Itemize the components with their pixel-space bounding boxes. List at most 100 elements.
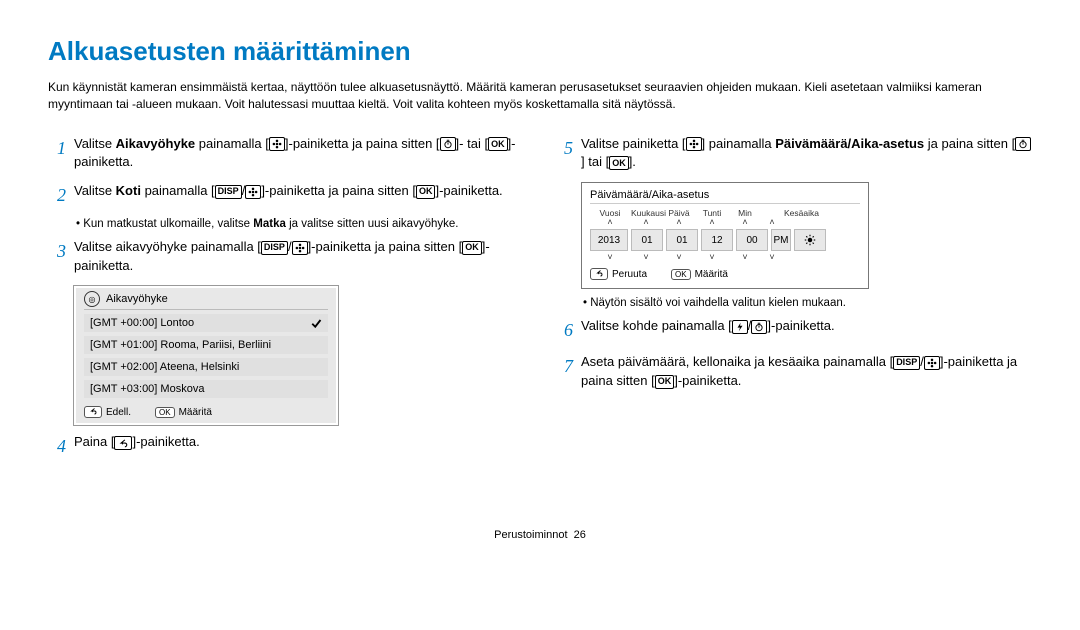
timezone-row[interactable]: [GMT +00:00] Lontoo bbox=[84, 314, 328, 332]
step-text: painamalla [ bbox=[195, 136, 269, 151]
check-icon bbox=[310, 317, 322, 329]
timer-icon bbox=[751, 320, 767, 334]
step-number: 7 bbox=[555, 353, 573, 391]
ok-icon: OK bbox=[488, 137, 508, 151]
timezone-panel: ◎ Aikavyöhyke [GMT +00:00] Lontoo [GMT +… bbox=[74, 286, 338, 425]
step-text: painamalla [ bbox=[141, 183, 215, 198]
timezone-row-label: [GMT +03:00] Moskova bbox=[90, 383, 204, 395]
arrow-up-icon[interactable]: ˄ bbox=[697, 218, 727, 227]
arrow-up-icon[interactable]: ˄ bbox=[631, 218, 661, 227]
timezone-panel-title: Aikavyöhyke bbox=[106, 293, 168, 305]
year-value[interactable]: 2013 bbox=[590, 229, 628, 251]
step-text: Valitse painiketta [ bbox=[581, 136, 686, 151]
cancel-button-label: Peruuta bbox=[612, 269, 647, 280]
step-4: 4 Paina [ ]-painiketta. bbox=[48, 433, 525, 459]
step-text: Valitse bbox=[74, 183, 116, 198]
step-text: ] painamalla bbox=[702, 136, 776, 151]
timezone-row[interactable]: [GMT +03:00] Moskova bbox=[84, 380, 328, 398]
hour-value[interactable]: 12 bbox=[701, 229, 733, 251]
page-title: Alkuasetusten määrittäminen bbox=[48, 36, 1032, 67]
ok-button-label: Määritä bbox=[695, 269, 728, 280]
disp-icon: DISP bbox=[893, 356, 920, 370]
note-text: ja valitse sitten uusi aikavyöhyke. bbox=[286, 218, 459, 230]
note-text: Kun matkustat ulkomaille, valitse bbox=[83, 218, 253, 230]
arrow-down-icon[interactable]: ˅ bbox=[592, 253, 628, 262]
note-text-bold: Matka bbox=[253, 218, 286, 230]
ampm-value[interactable]: PM bbox=[771, 229, 791, 251]
step-5-note: Näytön sisältö voi vaihdella valitun kie… bbox=[583, 297, 1032, 309]
back-icon bbox=[114, 436, 132, 450]
arrow-down-icon[interactable]: ˅ bbox=[664, 253, 694, 262]
step-text: Valitse aikavyöhyke painamalla [ bbox=[74, 239, 261, 254]
step-number: 2 bbox=[48, 182, 66, 208]
arrow-down-icon[interactable]: ˅ bbox=[631, 253, 661, 262]
step-text: Valitse kohde painamalla [ bbox=[581, 318, 732, 333]
step-text: ]-painiketta. bbox=[132, 434, 199, 449]
datetime-panel: Päivämäärä/Aika-asetus Vuosi Kuukausi Pä… bbox=[581, 182, 869, 289]
page-footer: Perustoiminnot 26 bbox=[48, 529, 1032, 541]
ok-icon: OK bbox=[416, 185, 436, 199]
flower-icon bbox=[292, 241, 308, 255]
min-value[interactable]: 00 bbox=[736, 229, 768, 251]
arrow-down-icon[interactable]: ˅ bbox=[730, 253, 760, 262]
timer-icon bbox=[1015, 137, 1031, 151]
arrow-down-icon[interactable]: ˅ bbox=[763, 253, 781, 262]
step-text: ]-painiketta ja paina sitten [ bbox=[261, 183, 416, 198]
step-text: Paina [ bbox=[74, 434, 114, 449]
footer-section: Perustoiminnot bbox=[494, 529, 567, 541]
flower-icon bbox=[269, 137, 285, 151]
ok-button[interactable]: OK Määritä bbox=[155, 406, 212, 418]
timezone-row-label: [GMT +00:00] Lontoo bbox=[90, 317, 194, 329]
step-3: 3 Valitse aikavyöhyke painamalla [DISP/]… bbox=[48, 238, 525, 276]
col-label-dst: Kesäaika bbox=[784, 208, 814, 218]
back-button[interactable]: Edell. bbox=[84, 406, 131, 418]
ok-icon: OK bbox=[655, 375, 675, 389]
arrow-down-icon[interactable] bbox=[784, 253, 814, 262]
timezone-row[interactable]: [GMT +01:00] Rooma, Pariisi, Berliini bbox=[84, 336, 328, 354]
step-7: 7 Aseta päivämäärä, kellonaika ja kesäai… bbox=[555, 353, 1032, 391]
step-text: ]- tai [ bbox=[456, 136, 489, 151]
step-text: ]. bbox=[629, 154, 636, 169]
ok-icon: OK bbox=[155, 407, 175, 418]
arrow-up-icon[interactable]: ˄ bbox=[592, 218, 628, 227]
disp-icon: DISP bbox=[261, 241, 288, 255]
target-icon: ◎ bbox=[84, 291, 100, 307]
step-text: ]-painiketta. bbox=[674, 373, 741, 388]
arrow-down-icon[interactable]: ˅ bbox=[697, 253, 727, 262]
step-5: 5 Valitse painiketta [ ] painamalla Päivä… bbox=[555, 135, 1032, 173]
step-number: 4 bbox=[48, 433, 66, 459]
step-text: ja paina sitten [ bbox=[924, 136, 1015, 151]
dst-sun-icon[interactable] bbox=[794, 229, 826, 251]
step-number: 1 bbox=[48, 135, 66, 173]
flower-icon bbox=[924, 356, 940, 370]
disp-icon: DISP bbox=[215, 185, 242, 199]
step-text-bold: Päivämäärä/Aika-asetus bbox=[775, 136, 924, 151]
ok-button[interactable]: OK Määritä bbox=[671, 268, 728, 280]
day-value[interactable]: 01 bbox=[666, 229, 698, 251]
arrow-up-icon[interactable]: ˄ bbox=[763, 218, 781, 227]
arrow-up-icon[interactable]: ˄ bbox=[730, 218, 760, 227]
month-value[interactable]: 01 bbox=[631, 229, 663, 251]
step-2-note: Kun matkustat ulkomaille, valitse Matka … bbox=[76, 218, 525, 230]
step-text: ]-painiketta. bbox=[767, 318, 834, 333]
step-1: 1 Valitse Aikavyöhyke painamalla []-pain… bbox=[48, 135, 525, 173]
step-text-bold: Aikavyöhyke bbox=[116, 136, 196, 151]
step-text: ]-painiketta ja paina sitten [ bbox=[285, 136, 440, 151]
step-text: ]-painiketta ja paina sitten [ bbox=[308, 239, 463, 254]
timezone-row-label: [GMT +01:00] Rooma, Pariisi, Berliini bbox=[90, 339, 271, 351]
datetime-panel-title: Päivämäärä/Aika-asetus bbox=[590, 189, 860, 201]
back-button-label: Edell. bbox=[106, 407, 131, 418]
timezone-row[interactable]: [GMT +02:00] Ateena, Helsinki bbox=[84, 358, 328, 376]
step-number: 5 bbox=[555, 135, 573, 173]
flash-icon bbox=[732, 320, 748, 334]
step-text: ]-painiketta. bbox=[435, 183, 502, 198]
right-column: 5 Valitse painiketta [ ] painamalla Päivä… bbox=[555, 129, 1032, 470]
flower-icon bbox=[245, 185, 261, 199]
left-column: 1 Valitse Aikavyöhyke painamalla [ ]-pain… bbox=[48, 129, 525, 470]
flower-icon bbox=[686, 137, 702, 151]
ok-button-label: Määritä bbox=[179, 407, 212, 418]
arrow-up-icon[interactable] bbox=[784, 218, 814, 227]
ok-icon: OK bbox=[671, 269, 691, 280]
arrow-up-icon[interactable]: ˄ bbox=[664, 218, 694, 227]
cancel-button[interactable]: Peruuta bbox=[590, 268, 647, 280]
